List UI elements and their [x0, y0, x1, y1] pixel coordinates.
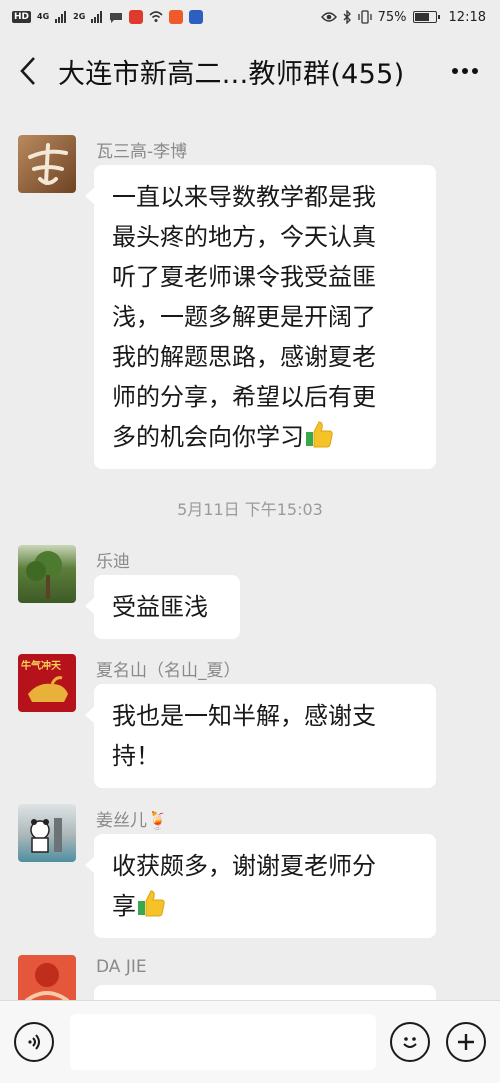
back-button[interactable]	[0, 34, 56, 108]
red-sun-avatar[interactable]	[18, 955, 76, 1000]
calligraphy-li-avatar[interactable]	[18, 135, 76, 193]
voice-button[interactable]	[14, 1022, 54, 1062]
message-bubble-icon	[110, 12, 123, 23]
avatar-caption: 牛气冲天	[21, 661, 61, 672]
message-item: 姜丝儿🍹 收获颇多，谢谢夏老师分 享	[18, 804, 488, 944]
chat-timestamp: 5月11日 下午15:03	[177, 500, 323, 519]
chat-title: 大连市新高二...教师群(455)	[58, 58, 405, 90]
app-red-icon	[129, 10, 144, 24]
emoji-button[interactable]	[390, 1022, 430, 1062]
message-line: 持！	[112, 742, 160, 770]
message-line: 我也是一知半解，感谢支	[112, 702, 376, 730]
message-bubble[interactable]: 收获颇多，谢谢夏老师分 享	[85, 834, 436, 938]
signal-bars-icon	[55, 11, 67, 23]
plus-button[interactable]	[446, 1022, 486, 1062]
panda-statue-avatar[interactable]	[18, 804, 76, 862]
sun-icon	[24, 963, 70, 1000]
message-bubble[interactable]: 一直以来导数教学都是我 最头疼的地方，今天认真 听了夏老师课令我受益匪 浅，一题…	[85, 165, 436, 469]
more-options-button[interactable]	[430, 34, 500, 108]
message-line: 多的机会向你学习	[112, 423, 304, 451]
tree-icon	[26, 551, 62, 599]
message-line: 听了夏老师课令我受益匪	[112, 263, 376, 291]
panda-icon	[30, 818, 62, 853]
signal-2g: 2G	[73, 12, 86, 21]
battery-percent: 75%	[377, 9, 407, 25]
bluetooth-icon	[343, 10, 351, 24]
sender-name: 姜丝儿🍹	[96, 811, 169, 831]
message-line: 我的解题思路，感谢夏老	[112, 343, 376, 371]
message-bubble[interactable]: 我也是一知半解，感谢支 持！	[85, 684, 436, 788]
signal-4g: 4G	[37, 12, 50, 21]
sender-name: 夏名山（名山_夏）	[96, 661, 241, 681]
message-bubble[interactable]: 受益匪浅	[85, 575, 240, 639]
sender-name: DA JIE	[96, 957, 147, 977]
message-line: 师的分享，希望以后有更	[112, 383, 376, 411]
message-line: 浅，一题多解更是开阔了	[112, 303, 376, 331]
sender-name: 瓦三高-李博	[96, 142, 188, 162]
chevron-left-icon	[20, 57, 35, 85]
message-line-last: 享	[112, 886, 418, 926]
clock-time: 12:18	[448, 9, 486, 25]
message-bubble[interactable]	[94, 985, 436, 1000]
chat-header: 大连市新高二...教师群(455)	[0, 34, 500, 108]
golden-bull-avatar[interactable]: 牛气冲天	[18, 654, 76, 712]
tree-photo-avatar[interactable]	[18, 545, 76, 603]
emoji-icon	[403, 1037, 417, 1048]
message-line: 一直以来导数教学都是我	[112, 183, 376, 211]
message-line: 享	[112, 892, 136, 920]
status-bar: HD 4G 2G 75% 12:18	[0, 0, 500, 34]
plus-icon	[458, 1034, 474, 1050]
message-line: 收获颇多，谢谢夏老师分	[112, 852, 376, 880]
vibrate-icon	[357, 10, 372, 24]
message-item: 乐迪 受益匪浅	[18, 545, 488, 640]
status-left: HD 4G 2G	[12, 10, 204, 24]
input-bar	[0, 1000, 500, 1083]
message-line: 受益匪浅	[112, 593, 208, 621]
thumbs-up-emoji-icon	[138, 890, 165, 917]
signal-bars-icon-2	[91, 11, 103, 23]
wifi-icon	[149, 11, 163, 22]
message-input[interactable]	[70, 1014, 376, 1070]
message-line-last: 多的机会向你学习	[112, 417, 418, 457]
calligraphy-glyph-icon	[28, 143, 68, 185]
status-right: 75% 12:18	[320, 9, 486, 25]
app-blue-icon	[189, 10, 204, 24]
message-item: DA JIE	[18, 955, 488, 1000]
sender-name: 乐迪	[96, 552, 130, 572]
battery-icon	[412, 11, 440, 23]
app-video-icon	[169, 10, 184, 24]
message-item: 瓦三高-李博 一直以来导数教学都是我 最头疼的地方，今天认真 听了夏老师课令我受…	[18, 135, 488, 475]
voice-icon	[28, 1034, 40, 1050]
message-line: 最头疼的地方，今天认真	[112, 223, 376, 251]
hd-badge: HD	[12, 11, 32, 23]
eye-icon	[320, 12, 337, 22]
thumbs-up-emoji-icon	[306, 421, 333, 448]
more-dots-icon	[452, 68, 478, 74]
message-item: 牛气冲天 夏名山（名山_夏） 我也是一知半解，感谢支 持！	[18, 654, 488, 794]
